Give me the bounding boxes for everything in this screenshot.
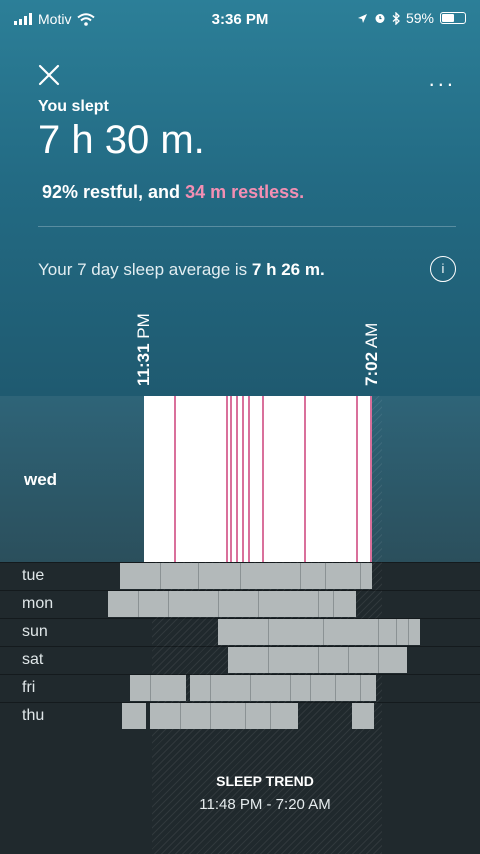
sleep-bar-tick xyxy=(150,675,151,701)
sleep-bar-tick xyxy=(378,619,379,645)
divider xyxy=(38,226,456,227)
status-right: 59% xyxy=(357,10,466,26)
restless-mark xyxy=(226,396,228,562)
location-icon xyxy=(357,13,367,23)
sleep-bar xyxy=(130,675,186,701)
day-row-tue[interactable]: tue xyxy=(0,562,480,590)
sleep-trend-range: 11:48 PM - 7:20 AM xyxy=(199,796,331,813)
restless-mark xyxy=(370,396,372,562)
sleep-bar-tick xyxy=(335,675,336,701)
restless-mark xyxy=(262,396,264,562)
sleep-bar-tick xyxy=(138,591,139,617)
sleep-bar-tick xyxy=(268,619,269,645)
sleep-trend-title: SLEEP TREND xyxy=(216,773,314,789)
sleep-bar-tick xyxy=(408,619,409,645)
sleep-bar-tick xyxy=(210,703,211,729)
sleep-start-label: 11:31 PM xyxy=(134,296,158,386)
current-day-label: wed xyxy=(24,470,58,489)
sleep-bar-tick xyxy=(333,591,334,617)
day-label: thu xyxy=(22,707,45,724)
day-row-mon[interactable]: mon xyxy=(0,590,480,618)
battery-percent: 59% xyxy=(405,10,434,26)
sleep-bar-tick xyxy=(290,675,291,701)
sleep-bar-tick xyxy=(360,675,361,701)
sleep-bar-tick xyxy=(318,591,319,617)
battery-icon xyxy=(440,12,466,24)
sleep-bar-tick xyxy=(396,619,397,645)
sleep-bar xyxy=(150,703,298,729)
sleep-bar xyxy=(108,591,356,617)
close-button[interactable] xyxy=(36,62,62,88)
sleep-bar-tick xyxy=(198,563,199,589)
day-label: fri xyxy=(22,679,36,696)
sleep-detail-screen: Motiv 3:36 PM 59% ... You slept 7 h 30 m… xyxy=(0,0,480,854)
sleep-bar-tick xyxy=(378,647,379,673)
sleep-bar xyxy=(120,563,372,589)
restless-mark xyxy=(242,396,244,562)
restful-text: 92% restful, and xyxy=(42,182,181,202)
bluetooth-icon xyxy=(392,11,400,25)
day-label: tue xyxy=(22,567,45,584)
day-row-sun[interactable]: sun xyxy=(0,618,480,646)
restless-mark xyxy=(304,396,306,562)
slept-label: You slept xyxy=(38,98,109,115)
sleep-bar xyxy=(190,675,376,701)
sleep-bar-tick xyxy=(218,591,219,617)
sleep-bar-tick xyxy=(168,591,169,617)
day-label: sun xyxy=(22,623,48,640)
sleep-bar-tick xyxy=(245,703,246,729)
sleep-bar-tick xyxy=(160,563,161,589)
sleep-bar-tick xyxy=(210,675,211,701)
sleep-quality-summary: 92% restful, and 34 m restless. xyxy=(42,182,304,203)
status-bar: Motiv 3:36 PM 59% xyxy=(0,0,480,40)
average-value: 7 h 26 m. xyxy=(251,260,325,279)
sleep-bar-tick xyxy=(270,703,271,729)
sleep-bar-tick xyxy=(268,647,269,673)
sleep-start-time: 11:31 xyxy=(134,343,153,386)
sleep-bar-tick xyxy=(325,563,326,589)
more-options-button[interactable]: ... xyxy=(429,66,456,92)
sleep-bar-tick xyxy=(250,675,251,701)
restless-mark xyxy=(248,396,250,562)
day-row-fri[interactable]: fri xyxy=(0,674,480,702)
current-night-sleep-chart[interactable] xyxy=(144,396,372,562)
restless-mark xyxy=(174,396,176,562)
sleep-end-label: 7:02 AM xyxy=(362,296,386,386)
restless-mark xyxy=(236,396,238,562)
sleep-bar xyxy=(122,703,146,729)
sleep-bar-tick xyxy=(348,647,349,673)
weekly-average: Your 7 day sleep average is 7 h 26 m. xyxy=(38,260,325,280)
info-button[interactable]: i xyxy=(430,256,456,282)
sleep-bar-tick xyxy=(240,563,241,589)
sleep-bar xyxy=(352,703,374,729)
day-label: sat xyxy=(22,651,44,668)
sleep-start-ampm: PM xyxy=(134,313,153,339)
sleep-end-ampm: AM xyxy=(362,322,381,349)
sleep-bar-tick xyxy=(300,563,301,589)
day-row-sat[interactable]: sat xyxy=(0,646,480,674)
sleep-summary-header: Motiv 3:36 PM 59% ... You slept 7 h 30 m… xyxy=(0,0,480,396)
sleep-bar-tick xyxy=(360,563,361,589)
average-prefix: Your 7 day sleep average is xyxy=(38,260,248,279)
restless-text: 34 m restless. xyxy=(185,182,305,202)
day-label: mon xyxy=(22,595,54,612)
sleep-bar-tick xyxy=(180,703,181,729)
alarm-icon xyxy=(375,14,385,23)
restless-mark xyxy=(356,396,358,562)
sleep-end-time: 7:02 xyxy=(362,351,381,386)
restless-mark xyxy=(230,396,232,562)
sleep-bar-tick xyxy=(310,675,311,701)
sleep-bar xyxy=(228,647,407,673)
sleep-bar-tick xyxy=(323,619,324,645)
sleep-bar-tick xyxy=(318,647,319,673)
sleep-bar xyxy=(218,619,420,645)
sleep-bar-tick xyxy=(258,591,259,617)
slept-duration: 7 h 30 m. xyxy=(38,118,205,162)
day-row-thu[interactable]: thu xyxy=(0,702,480,730)
